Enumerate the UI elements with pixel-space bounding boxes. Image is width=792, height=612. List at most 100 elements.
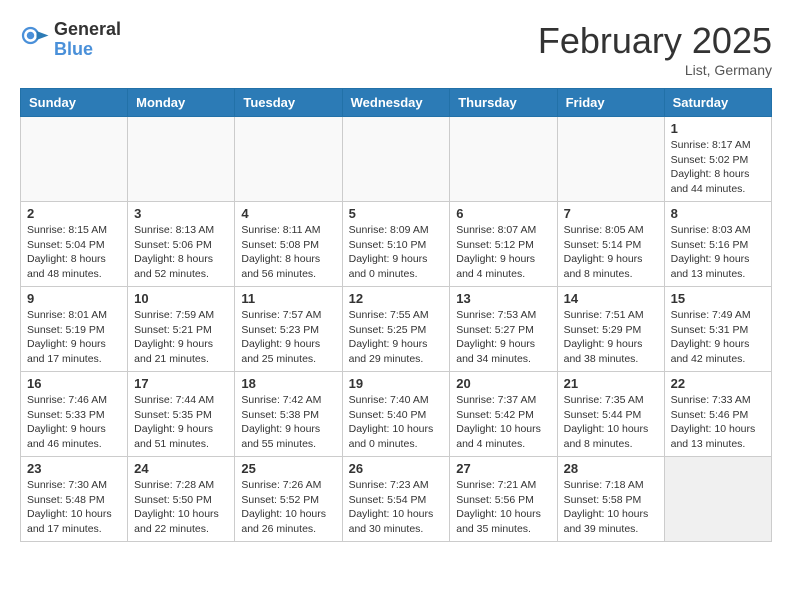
day-number: 14: [564, 291, 658, 306]
day-number: 13: [456, 291, 550, 306]
calendar-cell: 4Sunrise: 8:11 AM Sunset: 5:08 PM Daylig…: [235, 202, 342, 287]
day-info: Sunrise: 7:42 AM Sunset: 5:38 PM Dayligh…: [241, 393, 335, 452]
day-info: Sunrise: 7:37 AM Sunset: 5:42 PM Dayligh…: [456, 393, 550, 452]
calendar-cell: 5 Sunrise: 8:09 AM Sunset: 5:10 PM Daylig…: [342, 202, 450, 287]
day-number: 10: [134, 291, 228, 306]
day-number: 4: [241, 206, 335, 221]
calendar-cell: 13 Sunrise: 7:53 AM Sunset: 5:27 PM Dayli…: [450, 287, 557, 372]
calendar-cell: 8 Sunrise: 8:03 AM Sunset: 5:16 PM Daylig…: [664, 202, 771, 287]
day-info: Sunrise: 7:57 AM Sunset: 5:23 PM Dayligh…: [241, 308, 335, 367]
calendar-cell: 18 Sunrise: 7:42 AM Sunset: 5:38 PM Dayli…: [235, 372, 342, 457]
calendar-cell: 6 Sunrise: 8:07 AM Sunset: 5:12 PM Daylig…: [450, 202, 557, 287]
day-number: 5: [349, 206, 444, 221]
day-info: Sunrise: 8:07 AM Sunset: 5:12 PM Dayligh…: [456, 223, 550, 282]
day-number: 20: [456, 376, 550, 391]
day-number: 17: [134, 376, 228, 391]
calendar-cell: 9 Sunrise: 8:01 AM Sunset: 5:19 PM Daylig…: [21, 287, 128, 372]
calendar-cell: 23 Sunrise: 7:30 AM Sunset: 5:48 PM Dayli…: [21, 457, 128, 542]
calendar-cell: [21, 117, 128, 202]
month-title: February 2025: [538, 20, 772, 62]
week-row-2: 2Sunrise: 8:15 AM Sunset: 5:04 PM Daylig…: [21, 202, 772, 287]
week-row-3: 9 Sunrise: 8:01 AM Sunset: 5:19 PM Daylig…: [21, 287, 772, 372]
day-number: 11: [241, 291, 335, 306]
calendar-cell: [235, 117, 342, 202]
day-info: Sunrise: 7:40 AM Sunset: 5:40 PM Dayligh…: [349, 393, 444, 452]
calendar-cell: 28 Sunrise: 7:18 AM Sunset: 5:58 PM Dayli…: [557, 457, 664, 542]
day-number: 23: [27, 461, 121, 476]
calendar-cell: [450, 117, 557, 202]
calendar-cell: [342, 117, 450, 202]
day-number: 15: [671, 291, 765, 306]
day-info: Sunrise: 8:15 AM Sunset: 5:04 PM Dayligh…: [27, 223, 121, 282]
calendar-cell: 22 Sunrise: 7:33 AM Sunset: 5:46 PM Dayli…: [664, 372, 771, 457]
week-row-4: 16Sunrise: 7:46 AM Sunset: 5:33 PM Dayli…: [21, 372, 772, 457]
day-info: Sunrise: 7:18 AM Sunset: 5:58 PM Dayligh…: [564, 478, 658, 537]
location: List, Germany: [538, 62, 772, 78]
day-number: 8: [671, 206, 765, 221]
calendar-cell: 14 Sunrise: 7:51 AM Sunset: 5:29 PM Dayli…: [557, 287, 664, 372]
day-number: 27: [456, 461, 550, 476]
day-info: Sunrise: 8:01 AM Sunset: 5:19 PM Dayligh…: [27, 308, 121, 367]
day-info: Sunrise: 8:03 AM Sunset: 5:16 PM Dayligh…: [671, 223, 765, 282]
weekday-header-tuesday: Tuesday: [235, 89, 342, 117]
day-number: 1: [671, 121, 765, 136]
day-info: Sunrise: 7:51 AM Sunset: 5:29 PM Dayligh…: [564, 308, 658, 367]
calendar-table: SundayMondayTuesdayWednesdayThursdayFrid…: [20, 88, 772, 542]
day-info: Sunrise: 8:09 AM Sunset: 5:10 PM Dayligh…: [349, 223, 444, 282]
logo-icon: [20, 25, 50, 55]
day-number: 6: [456, 206, 550, 221]
day-info: Sunrise: 7:28 AM Sunset: 5:50 PM Dayligh…: [134, 478, 228, 537]
weekday-header-sunday: Sunday: [21, 89, 128, 117]
weekday-header-friday: Friday: [557, 89, 664, 117]
day-info: Sunrise: 7:49 AM Sunset: 5:31 PM Dayligh…: [671, 308, 765, 367]
day-number: 3: [134, 206, 228, 221]
calendar-cell: 24 Sunrise: 7:28 AM Sunset: 5:50 PM Dayli…: [128, 457, 235, 542]
title-block: February 2025 List, Germany: [538, 20, 772, 78]
weekday-header-monday: Monday: [128, 89, 235, 117]
calendar-cell: [557, 117, 664, 202]
weekday-header-row: SundayMondayTuesdayWednesdayThursdayFrid…: [21, 89, 772, 117]
calendar-cell: 26 Sunrise: 7:23 AM Sunset: 5:54 PM Dayli…: [342, 457, 450, 542]
day-info: Sunrise: 7:53 AM Sunset: 5:27 PM Dayligh…: [456, 308, 550, 367]
logo: General Blue: [20, 20, 121, 60]
day-number: 22: [671, 376, 765, 391]
calendar-cell: [664, 457, 771, 542]
logo-text: General Blue: [54, 20, 121, 60]
calendar-cell: 21 Sunrise: 7:35 AM Sunset: 5:44 PM Dayli…: [557, 372, 664, 457]
day-number: 24: [134, 461, 228, 476]
day-number: 19: [349, 376, 444, 391]
weekday-header-saturday: Saturday: [664, 89, 771, 117]
day-info: Sunrise: 7:44 AM Sunset: 5:35 PM Dayligh…: [134, 393, 228, 452]
calendar-cell: 17 Sunrise: 7:44 AM Sunset: 5:35 PM Dayli…: [128, 372, 235, 457]
calendar-cell: 27 Sunrise: 7:21 AM Sunset: 5:56 PM Dayli…: [450, 457, 557, 542]
weekday-header-wednesday: Wednesday: [342, 89, 450, 117]
calendar-cell: 20 Sunrise: 7:37 AM Sunset: 5:42 PM Dayli…: [450, 372, 557, 457]
day-number: 7: [564, 206, 658, 221]
day-info: Sunrise: 7:26 AM Sunset: 5:52 PM Dayligh…: [241, 478, 335, 537]
day-info: Sunrise: 7:21 AM Sunset: 5:56 PM Dayligh…: [456, 478, 550, 537]
day-info: Sunrise: 7:55 AM Sunset: 5:25 PM Dayligh…: [349, 308, 444, 367]
calendar-cell: 12Sunrise: 7:55 AM Sunset: 5:25 PM Dayli…: [342, 287, 450, 372]
day-number: 28: [564, 461, 658, 476]
logo-blue: Blue: [54, 40, 121, 60]
day-number: 16: [27, 376, 121, 391]
day-info: Sunrise: 8:05 AM Sunset: 5:14 PM Dayligh…: [564, 223, 658, 282]
day-number: 25: [241, 461, 335, 476]
day-info: Sunrise: 7:35 AM Sunset: 5:44 PM Dayligh…: [564, 393, 658, 452]
day-number: 26: [349, 461, 444, 476]
calendar-cell: 25 Sunrise: 7:26 AM Sunset: 5:52 PM Dayli…: [235, 457, 342, 542]
day-info: Sunrise: 7:33 AM Sunset: 5:46 PM Dayligh…: [671, 393, 765, 452]
week-row-5: 23 Sunrise: 7:30 AM Sunset: 5:48 PM Dayli…: [21, 457, 772, 542]
calendar-cell: 15 Sunrise: 7:49 AM Sunset: 5:31 PM Dayli…: [664, 287, 771, 372]
day-info: Sunrise: 7:23 AM Sunset: 5:54 PM Dayligh…: [349, 478, 444, 537]
calendar-cell: 16Sunrise: 7:46 AM Sunset: 5:33 PM Dayli…: [21, 372, 128, 457]
calendar-cell: 11 Sunrise: 7:57 AM Sunset: 5:23 PM Dayli…: [235, 287, 342, 372]
day-info: Sunrise: 7:59 AM Sunset: 5:21 PM Dayligh…: [134, 308, 228, 367]
calendar-cell: 1Sunrise: 8:17 AM Sunset: 5:02 PM Daylig…: [664, 117, 771, 202]
calendar-cell: [128, 117, 235, 202]
day-number: 18: [241, 376, 335, 391]
day-info: Sunrise: 7:30 AM Sunset: 5:48 PM Dayligh…: [27, 478, 121, 537]
weekday-header-thursday: Thursday: [450, 89, 557, 117]
day-number: 21: [564, 376, 658, 391]
day-number: 9: [27, 291, 121, 306]
